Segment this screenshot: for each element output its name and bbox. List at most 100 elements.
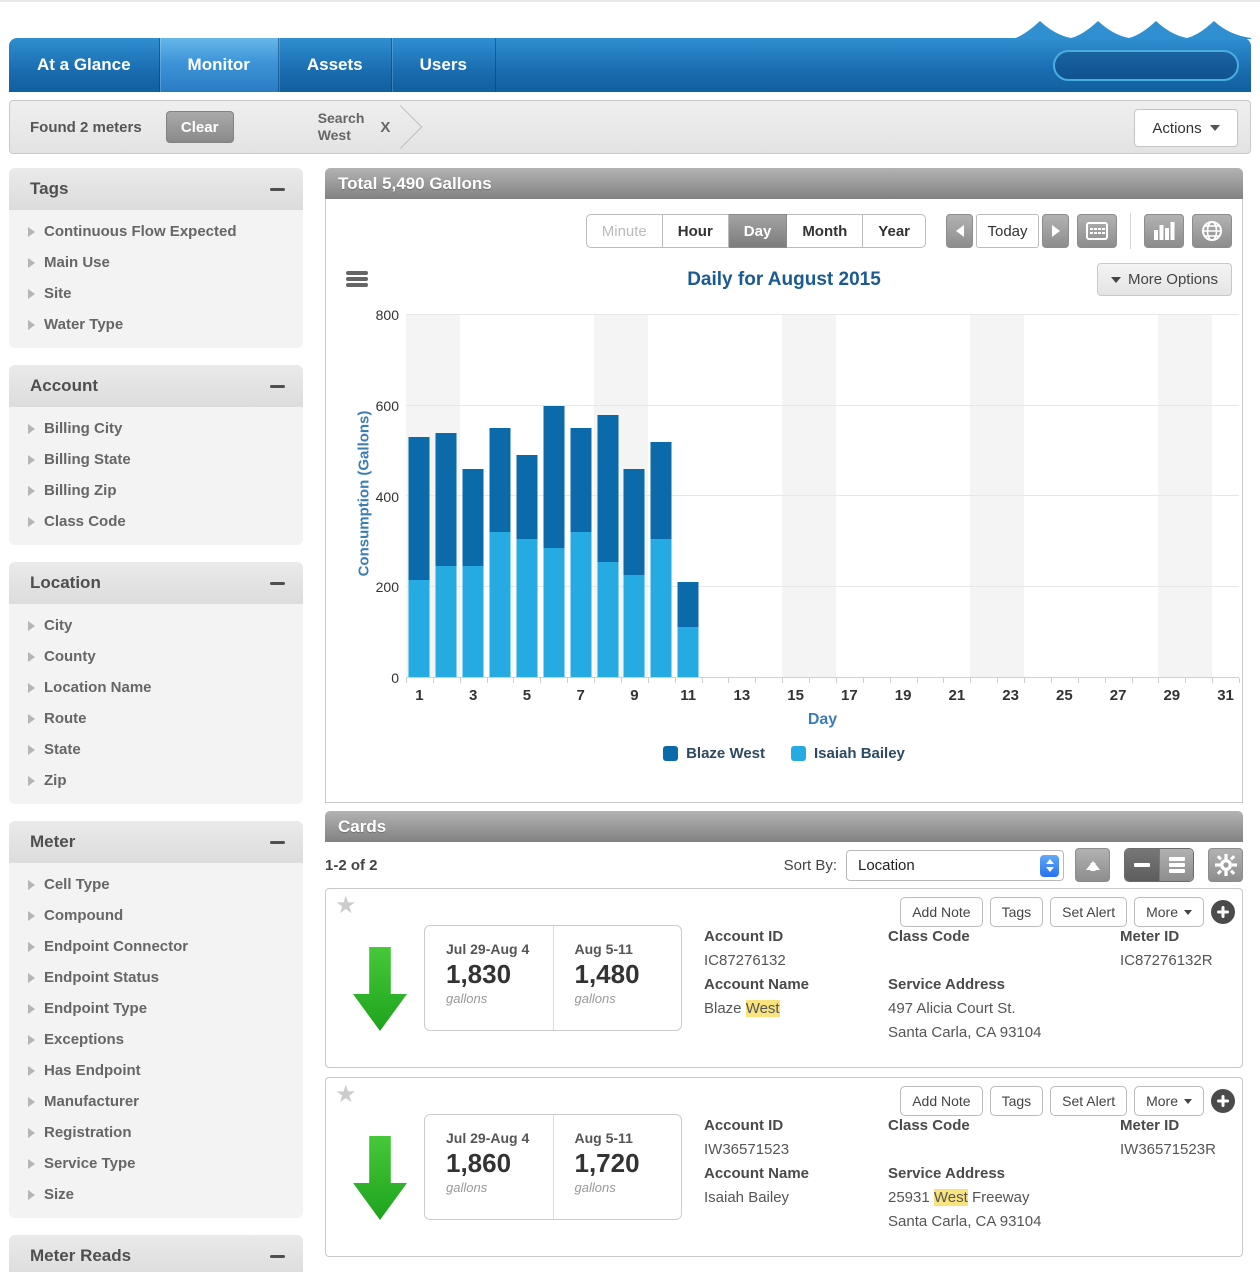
remove-filter-button[interactable]: X — [380, 119, 390, 136]
sidebar-item-billing-zip[interactable]: Billing Zip — [9, 475, 303, 506]
bar-segment-blaze-west[interactable] — [570, 428, 592, 533]
calendar-button[interactable] — [1077, 214, 1117, 248]
bar-segment-isaiah-bailey[interactable] — [489, 532, 511, 677]
plus-circle-icon[interactable] — [1211, 1089, 1235, 1113]
sidebar-item-exceptions[interactable]: Exceptions — [9, 1024, 303, 1055]
bar-segment-isaiah-bailey[interactable] — [650, 539, 672, 677]
bar-segment-isaiah-bailey[interactable] — [516, 539, 538, 677]
legend-item-isaiah-bailey[interactable]: Isaiah Bailey — [791, 745, 905, 762]
sidebar-item-location-name[interactable]: Location Name — [9, 672, 303, 703]
sidebar-item-cell-type[interactable]: Cell Type — [9, 869, 303, 900]
bar-segment-isaiah-bailey[interactable] — [462, 566, 484, 677]
sidebar-item-class-code[interactable]: Class Code — [9, 506, 303, 537]
sidebar-item-continuous-flow-expected[interactable]: Continuous Flow Expected — [9, 216, 303, 247]
range-button-hour[interactable]: Hour — [662, 214, 729, 248]
sidebar-item-site[interactable]: Site — [9, 278, 303, 309]
actions-button[interactable]: Actions — [1134, 109, 1238, 147]
sort-select[interactable]: Location — [846, 849, 1064, 881]
result-count: Found 2 meters — [30, 118, 142, 136]
chart-type-button[interactable] — [1144, 214, 1184, 248]
collapse-minus-icon[interactable] — [270, 840, 285, 844]
star-icon[interactable] — [335, 891, 357, 920]
bar-segment-blaze-west[interactable] — [435, 432, 457, 567]
sidebar-item-county[interactable]: County — [9, 641, 303, 672]
sidebar-item-manufacturer[interactable]: Manufacturer — [9, 1086, 303, 1117]
bar-segment-isaiah-bailey[interactable] — [677, 627, 699, 677]
sidebar-item-endpoint-status[interactable]: Endpoint Status — [9, 962, 303, 993]
sidebar-item-billing-state[interactable]: Billing State — [9, 444, 303, 475]
sidebar-section-header-tags[interactable]: Tags — [9, 168, 303, 210]
sidebar-section-header-meter-reads[interactable]: Meter Reads — [9, 1235, 303, 1272]
sidebar-item-endpoint-type[interactable]: Endpoint Type — [9, 993, 303, 1024]
legend-item-blaze-west[interactable]: Blaze West — [663, 745, 765, 762]
sidebar-item-water-type[interactable]: Water Type — [9, 309, 303, 340]
sidebar-item-size[interactable]: Size — [9, 1179, 303, 1210]
sidebar-item-zip[interactable]: Zip — [9, 765, 303, 796]
range-button-day[interactable]: Day — [728, 214, 788, 248]
sidebar-section-header-location[interactable]: Location — [9, 562, 303, 604]
sidebar-item-registration[interactable]: Registration — [9, 1117, 303, 1148]
list-view-button[interactable] — [1159, 849, 1193, 881]
tags-button[interactable]: Tags — [989, 1086, 1044, 1116]
add-note-button[interactable]: Add Note — [900, 897, 983, 927]
sidebar-item-service-type[interactable]: Service Type — [9, 1148, 303, 1179]
next-period-button[interactable] — [1042, 214, 1069, 248]
more-button[interactable]: More — [1134, 897, 1204, 927]
bar-segment-blaze-west[interactable] — [462, 468, 484, 567]
previous-period-button[interactable] — [946, 214, 973, 248]
more-options-button[interactable]: More Options — [1096, 263, 1232, 296]
sidebar-item-city[interactable]: City — [9, 610, 303, 641]
compact-view-button[interactable] — [1125, 849, 1159, 881]
bar-segment-isaiah-bailey[interactable] — [543, 548, 565, 677]
sidebar-item-main-use[interactable]: Main Use — [9, 247, 303, 278]
bar-segment-blaze-west[interactable] — [489, 428, 511, 533]
sidebar-item-compound[interactable]: Compound — [9, 900, 303, 931]
sidebar-item-billing-city[interactable]: Billing City — [9, 413, 303, 444]
range-button-month[interactable]: Month — [787, 214, 864, 248]
bar-segment-isaiah-bailey[interactable] — [435, 566, 457, 677]
set-alert-button[interactable]: Set Alert — [1050, 1086, 1128, 1116]
more-button[interactable]: More — [1134, 1086, 1204, 1116]
bar-segment-blaze-west[interactable] — [650, 441, 672, 539]
tab-users[interactable]: Users — [392, 38, 496, 92]
sidebar-item-endpoint-connector[interactable]: Endpoint Connector — [9, 931, 303, 962]
sidebar-section-header-account[interactable]: Account — [9, 365, 303, 407]
bar-segment-blaze-west[interactable] — [597, 414, 619, 562]
collapse-minus-icon[interactable] — [270, 187, 285, 191]
x-tick — [1077, 678, 1079, 683]
collapse-minus-icon[interactable] — [270, 384, 285, 388]
sidebar-item-route[interactable]: Route — [9, 703, 303, 734]
collapse-minus-icon[interactable] — [270, 581, 285, 585]
sidebar-item-label: Class Code — [44, 513, 126, 530]
export-up-button[interactable] — [1075, 848, 1110, 882]
tab-monitor[interactable]: Monitor — [159, 38, 279, 92]
sidebar-item-has-endpoint[interactable]: Has Endpoint — [9, 1055, 303, 1086]
tags-button[interactable]: Tags — [989, 897, 1044, 927]
map-view-button[interactable] — [1192, 214, 1232, 248]
star-icon[interactable] — [335, 1080, 357, 1109]
today-button[interactable]: Today — [976, 214, 1039, 248]
range-button-year[interactable]: Year — [863, 214, 926, 248]
sidebar-item-state[interactable]: State — [9, 734, 303, 765]
bar-segment-blaze-west[interactable] — [677, 581, 699, 628]
bar-segment-isaiah-bailey[interactable] — [408, 579, 430, 677]
bar-segment-isaiah-bailey[interactable] — [570, 532, 592, 677]
sidebar-section-header-meter[interactable]: Meter — [9, 821, 303, 863]
add-note-button[interactable]: Add Note — [900, 1086, 983, 1116]
settings-button[interactable] — [1208, 848, 1243, 882]
tab-at-a-glance[interactable]: At a Glance — [9, 38, 160, 92]
bar-segment-blaze-west[interactable] — [543, 405, 565, 549]
x-tick-label: 11 — [680, 687, 697, 704]
bar-segment-blaze-west[interactable] — [623, 468, 645, 576]
bar-segment-blaze-west[interactable] — [516, 455, 538, 539]
bar-segment-isaiah-bailey[interactable] — [623, 575, 645, 677]
clear-button[interactable]: Clear — [165, 111, 234, 143]
bar-segment-isaiah-bailey[interactable] — [597, 561, 619, 677]
set-alert-button[interactable]: Set Alert — [1050, 897, 1128, 927]
bar-segment-blaze-west[interactable] — [408, 437, 430, 580]
search-input[interactable] — [1063, 57, 1244, 74]
x-tick — [1239, 678, 1240, 683]
tab-assets[interactable]: Assets — [279, 38, 392, 92]
plus-circle-icon[interactable] — [1211, 900, 1235, 924]
collapse-minus-icon[interactable] — [270, 1254, 285, 1258]
